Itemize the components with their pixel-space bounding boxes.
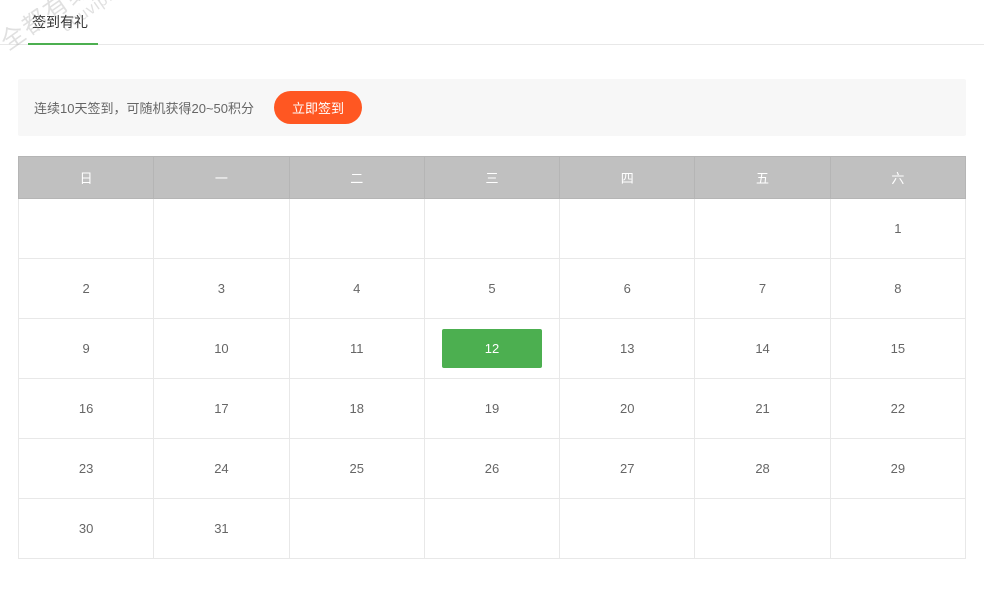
tab-signin-rewards[interactable]: 签到有礼 [0, 12, 100, 44]
calendar-cell[interactable]: 14 [695, 319, 830, 379]
calendar-day: 5 [442, 271, 542, 306]
calendar-day: 26 [442, 451, 542, 486]
calendar-day: 18 [307, 391, 407, 426]
calendar-day: 28 [713, 451, 813, 486]
calendar-cell[interactable]: 21 [695, 379, 830, 439]
calendar-cell[interactable]: 18 [289, 379, 424, 439]
calendar-day: 12 [442, 329, 542, 368]
calendar-cell[interactable]: 25 [289, 439, 424, 499]
calendar-cell[interactable]: 15 [830, 319, 965, 379]
weekday-header: 二 [289, 157, 424, 199]
calendar-cell[interactable]: 22 [830, 379, 965, 439]
calendar-day: 7 [713, 271, 813, 306]
calendar-cell[interactable]: 2 [19, 259, 154, 319]
calendar-cell[interactable]: 20 [560, 379, 695, 439]
calendar-cell [695, 199, 830, 259]
calendar-day: 1 [848, 211, 948, 246]
calendar-day: 23 [36, 451, 136, 486]
calendar-day: 21 [713, 391, 813, 426]
calendar-cell[interactable]: 24 [154, 439, 289, 499]
calendar-cell[interactable]: 10 [154, 319, 289, 379]
calendar-row: 30 31 [19, 499, 966, 559]
calendar-cell [424, 199, 559, 259]
calendar-cell [560, 199, 695, 259]
calendar-cell[interactable]: 1 [830, 199, 965, 259]
calendar-cell[interactable]: 23 [19, 439, 154, 499]
calendar-row: 9 10 11 12 13 14 15 [19, 319, 966, 379]
calendar-cell[interactable]: 30 [19, 499, 154, 559]
calendar-cell [830, 499, 965, 559]
calendar-day: 20 [577, 391, 677, 426]
calendar-day: 9 [36, 331, 136, 366]
calendar-day: 10 [171, 331, 271, 366]
calendar-day: 8 [848, 271, 948, 306]
calendar-cell[interactable]: 9 [19, 319, 154, 379]
signin-button[interactable]: 立即签到 [274, 91, 362, 124]
calendar-cell[interactable]: 28 [695, 439, 830, 499]
calendar-day: 27 [577, 451, 677, 486]
calendar-row: 23 24 25 26 27 28 29 [19, 439, 966, 499]
weekday-header: 六 [830, 157, 965, 199]
calendar-cell [289, 199, 424, 259]
calendar-day: 30 [36, 511, 136, 546]
calendar-cell [424, 499, 559, 559]
calendar-cell[interactable]: 29 [830, 439, 965, 499]
calendar-cell[interactable]: 12 [424, 319, 559, 379]
calendar-table: 日 一 二 三 四 五 六 12345678910111213141516171… [18, 156, 966, 559]
calendar-cell [154, 199, 289, 259]
calendar-cell [695, 499, 830, 559]
calendar-day: 14 [713, 331, 813, 366]
calendar-row: 16 17 18 19 20 21 22 [19, 379, 966, 439]
calendar-day: 16 [36, 391, 136, 426]
calendar-header-row: 日 一 二 三 四 五 六 [19, 157, 966, 199]
calendar-cell[interactable]: 16 [19, 379, 154, 439]
notice-bar: 连续10天签到，可随机获得20~50积分 立即签到 [18, 79, 966, 136]
calendar-day: 2 [36, 271, 136, 306]
calendar-cell[interactable]: 5 [424, 259, 559, 319]
weekday-header: 五 [695, 157, 830, 199]
calendar-cell[interactable]: 17 [154, 379, 289, 439]
notice-text: 连续10天签到，可随机获得20~50积分 [34, 98, 254, 117]
calendar-day: 17 [171, 391, 271, 426]
calendar-day: 3 [171, 271, 271, 306]
calendar-day: 11 [307, 331, 407, 366]
calendar-cell[interactable]: 4 [289, 259, 424, 319]
tab-bar: 签到有礼 [0, 0, 984, 45]
calendar-cell[interactable]: 31 [154, 499, 289, 559]
calendar-day: 25 [307, 451, 407, 486]
calendar-cell[interactable]: 11 [289, 319, 424, 379]
calendar-day: 6 [577, 271, 677, 306]
calendar-cell[interactable]: 26 [424, 439, 559, 499]
calendar-cell[interactable]: 6 [560, 259, 695, 319]
calendar-cell[interactable]: 13 [560, 319, 695, 379]
calendar-day: 24 [171, 451, 271, 486]
calendar-cell[interactable]: 3 [154, 259, 289, 319]
calendar-cell [560, 499, 695, 559]
calendar-row: 23 456 78 [19, 259, 966, 319]
calendar-day: 15 [848, 331, 948, 366]
calendar-day: 31 [171, 511, 271, 546]
weekday-header: 日 [19, 157, 154, 199]
calendar-cell[interactable]: 19 [424, 379, 559, 439]
weekday-header: 三 [424, 157, 559, 199]
calendar-cell[interactable]: 27 [560, 439, 695, 499]
calendar-day: 22 [848, 391, 948, 426]
calendar-day: 19 [442, 391, 542, 426]
calendar-row: 1 [19, 199, 966, 259]
weekday-header: 四 [560, 157, 695, 199]
calendar-cell [19, 199, 154, 259]
calendar-cell [289, 499, 424, 559]
calendar-day: 4 [307, 271, 407, 306]
calendar-day: 13 [577, 331, 677, 366]
calendar-cell[interactable]: 7 [695, 259, 830, 319]
weekday-header: 一 [154, 157, 289, 199]
calendar-cell[interactable]: 8 [830, 259, 965, 319]
tab-label: 签到有礼 [32, 14, 88, 30]
calendar-day: 29 [848, 451, 948, 486]
